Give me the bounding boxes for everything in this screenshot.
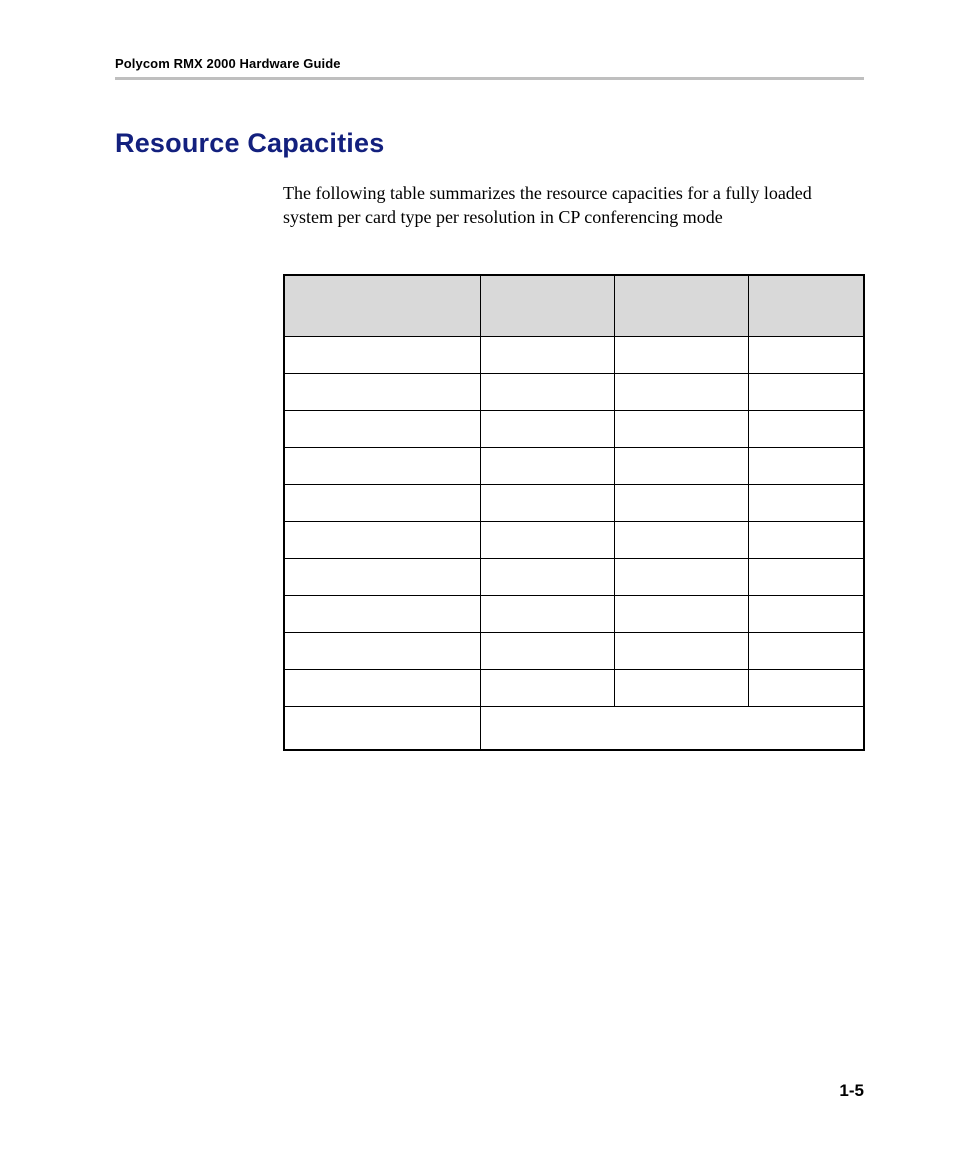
table-cell [284, 336, 480, 373]
table-row [284, 632, 864, 669]
section-title: Resource Capacities [115, 128, 864, 159]
page-number: 1-5 [839, 1081, 864, 1101]
intro-paragraph: The following table summarizes the resou… [283, 181, 864, 230]
header-rule [115, 77, 864, 80]
table-row [284, 410, 864, 447]
table-cell [614, 410, 748, 447]
table-row [284, 558, 864, 595]
table-cell [284, 632, 480, 669]
table-cell [748, 410, 864, 447]
table-row [284, 706, 864, 750]
table-header-cell [284, 275, 480, 337]
table-cell [480, 632, 614, 669]
table-cell [480, 373, 614, 410]
table-cell [284, 669, 480, 706]
table-cell [614, 632, 748, 669]
table-cell [614, 521, 748, 558]
table-cell [480, 595, 614, 632]
table-cell [748, 336, 864, 373]
table-row [284, 595, 864, 632]
table-cell [748, 595, 864, 632]
table-cell [614, 595, 748, 632]
table-cell [284, 447, 480, 484]
table-cell [748, 447, 864, 484]
capacity-table-wrap [283, 274, 864, 751]
table-cell [284, 410, 480, 447]
table-cell [748, 373, 864, 410]
table-cell [480, 484, 614, 521]
table-cell [480, 410, 614, 447]
table-cell [284, 521, 480, 558]
table-cell [480, 669, 614, 706]
page: Polycom RMX 2000 Hardware Guide Resource… [0, 0, 954, 1155]
running-head: Polycom RMX 2000 Hardware Guide [115, 56, 864, 71]
table-cell [480, 521, 614, 558]
table-cell [480, 706, 864, 750]
table-header-cell [480, 275, 614, 337]
table-cell [614, 373, 748, 410]
table-cell [614, 669, 748, 706]
table-cell [748, 632, 864, 669]
table-cell [284, 706, 480, 750]
table-row [284, 669, 864, 706]
table-cell [284, 558, 480, 595]
table-cell [614, 447, 748, 484]
table-header-cell [748, 275, 864, 337]
table-cell [480, 336, 614, 373]
table-row [284, 484, 864, 521]
table-header-cell [614, 275, 748, 337]
table-cell [614, 336, 748, 373]
table-cell [748, 484, 864, 521]
table-cell [614, 558, 748, 595]
table-row [284, 336, 864, 373]
table-cell [748, 669, 864, 706]
table-cell [480, 558, 614, 595]
table-cell [614, 484, 748, 521]
table-row [284, 521, 864, 558]
table-row [284, 373, 864, 410]
table-cell [748, 558, 864, 595]
table-row [284, 447, 864, 484]
table-header-row [284, 275, 864, 337]
table-cell [284, 595, 480, 632]
capacity-table [283, 274, 865, 751]
table-cell [480, 447, 614, 484]
table-cell [284, 373, 480, 410]
table-cell [284, 484, 480, 521]
table-cell [748, 521, 864, 558]
